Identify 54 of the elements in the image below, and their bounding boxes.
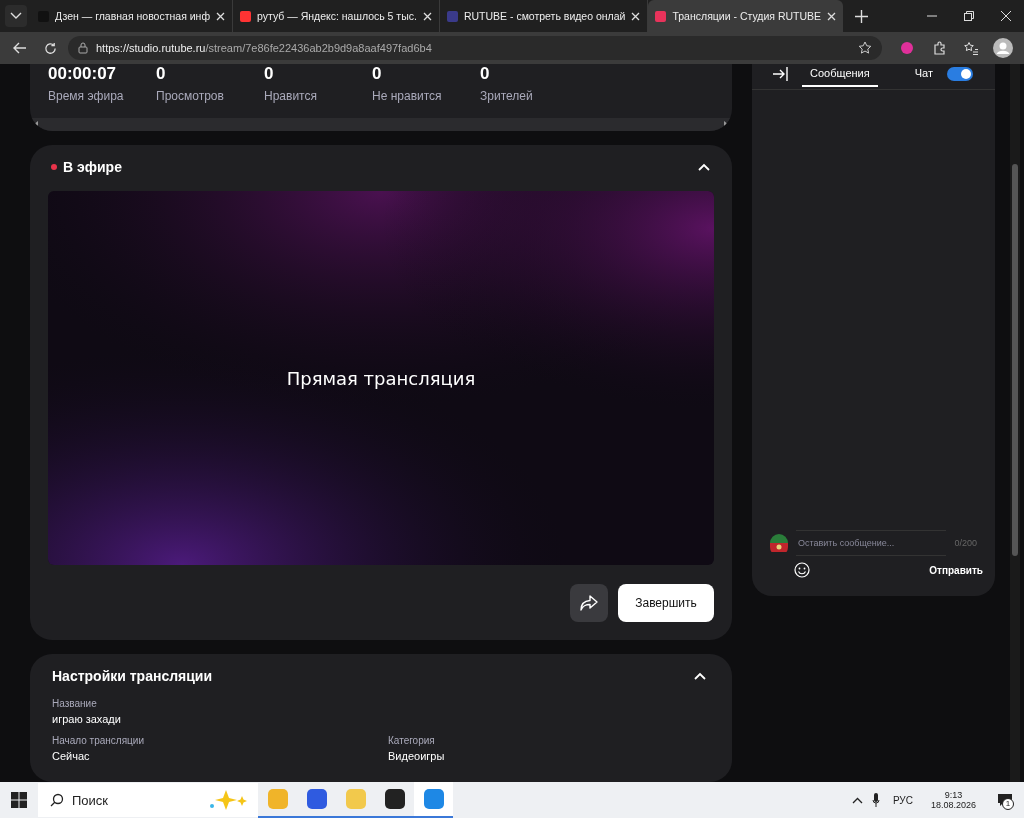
emoji-icon[interactable] — [794, 562, 810, 578]
notifications-button[interactable]: 1 — [986, 793, 1024, 807]
site-icon — [655, 10, 667, 22]
collapse-icon[interactable] — [772, 67, 788, 81]
stat-label: Время эфира — [48, 89, 125, 103]
chevron-icon[interactable] — [694, 672, 706, 680]
settings-title: Настройки трансляции — [52, 668, 213, 684]
close-icon[interactable] — [216, 11, 226, 21]
browser-tab[interactable]: Трансляции - Студия RUTUBE — [648, 0, 844, 32]
field-value: Видеоигры — [388, 750, 446, 762]
address-field[interactable]: https://studio.rutube.ru/stream/7e86fe22436ab2b9d9a8aaf497fad6b4 — [68, 36, 882, 60]
stat-value: 0 — [264, 66, 275, 82]
language-indicator[interactable]: РУС — [892, 794, 913, 806]
star-icon[interactable] — [858, 41, 872, 55]
stat-label: Зрителей — [480, 89, 534, 103]
live-title: В эфире — [51, 159, 122, 175]
user-avatar — [770, 534, 788, 552]
field-label: Категория — [388, 735, 436, 746]
character-counter: 0/200 — [954, 538, 977, 548]
lock-icon — [78, 42, 88, 54]
stat-value: 0 — [372, 66, 383, 82]
taskbar-search-field[interactable]: Поиск — [38, 783, 258, 817]
stat-label: Просмотров — [156, 89, 225, 103]
field-label: Название — [52, 698, 98, 709]
finish-button[interactable]: Завершить — [618, 584, 714, 622]
chat-toggle-label: Чат — [914, 67, 933, 79]
share-button[interactable] — [570, 584, 608, 622]
search-icon — [50, 793, 64, 807]
chevron-icon[interactable] — [698, 163, 710, 171]
field-value: Сейчас — [52, 750, 91, 762]
chat-tab[interactable]: Сообщения — [802, 67, 878, 87]
stat-value: 0 — [480, 66, 491, 82]
vertical-scrollbar[interactable] — [1010, 64, 1020, 782]
field-label: Начало трансляции — [52, 735, 145, 746]
preview-caption: Прямая трансляция — [286, 367, 476, 389]
stat-value: 00:00:07 — [48, 66, 118, 82]
new-tab-icon[interactable] — [855, 9, 869, 23]
message-field[interactable]: Оставить сообщение... — [796, 530, 947, 556]
clock-date: 18.08.2026 — [930, 800, 976, 810]
stat-label: Не нравится — [372, 89, 443, 103]
stat-label: Нравится — [264, 89, 318, 103]
close-icon[interactable] — [631, 11, 641, 21]
site-icon — [446, 10, 458, 22]
send-button[interactable]: Отправить — [929, 564, 983, 576]
field-value: играю захади — [52, 713, 122, 725]
tab-actions-icon[interactable] — [5, 5, 27, 27]
close-icon[interactable] — [422, 11, 432, 21]
share-icon — [580, 595, 598, 611]
clock-time: 9:13 — [944, 790, 963, 800]
stat-value: 0 — [156, 66, 167, 82]
close-icon[interactable] — [827, 11, 837, 21]
site-icon — [240, 10, 252, 22]
chat-toggle[interactable] — [947, 67, 973, 81]
url-text: https://studio.rutube.ru/stream/7e86fe22436ab2b9d9a8aaf497fad6b4 — [96, 42, 432, 54]
